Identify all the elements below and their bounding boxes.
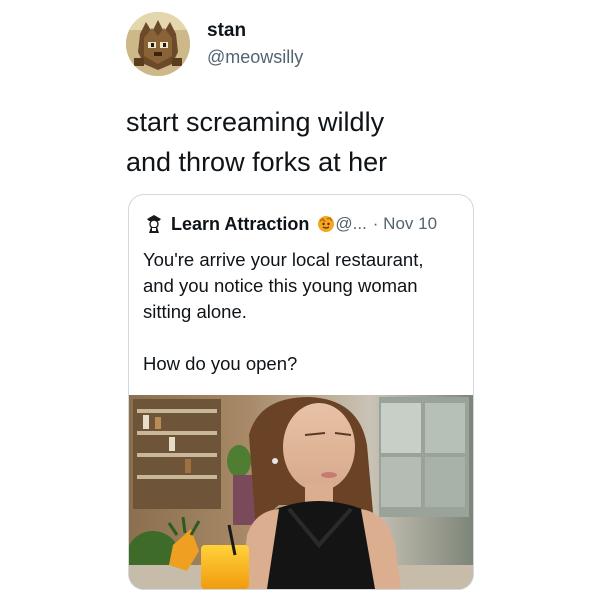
- quoted-tweet-card[interactable]: Learn Attraction @... · Nov 10 You're ar…: [128, 194, 474, 590]
- author-name[interactable]: stan: [207, 20, 246, 42]
- portrait-logo-icon[interactable]: [143, 213, 165, 235]
- quoted-account-name[interactable]: Learn Attraction: [171, 214, 309, 235]
- quoted-tweet-header: Learn Attraction @... · Nov 10: [143, 213, 463, 235]
- quoted-body-line-3: sitting alone.: [143, 301, 247, 322]
- quoted-body-line-4: How do you open?: [143, 353, 298, 374]
- author-avatar[interactable]: [126, 12, 190, 76]
- quoted-handle-truncated: @...: [335, 214, 367, 233]
- orange-emoji-badge-icon: [318, 216, 335, 232]
- author-handle[interactable]: @meowsilly: [207, 46, 303, 68]
- quoted-tweet-photo[interactable]: [129, 395, 473, 589]
- tweet-text: start screaming wildly and throw forks a…: [126, 102, 486, 182]
- quoted-body-line-1: You're arrive your local restaurant,: [143, 249, 424, 270]
- quoted-body-line-2: and you notice this young woman: [143, 275, 418, 296]
- quoted-date[interactable]: · Nov 10: [373, 214, 437, 234]
- pixel-art-creature-icon: [126, 12, 190, 76]
- tweet-text-line-2: and throw forks at her: [126, 147, 388, 177]
- restaurant-woman-photo-icon: [129, 395, 473, 589]
- quoted-tweet-body: You're arrive your local restaurant, and…: [143, 247, 461, 377]
- tweet-text-line-1: start screaming wildly: [126, 107, 385, 137]
